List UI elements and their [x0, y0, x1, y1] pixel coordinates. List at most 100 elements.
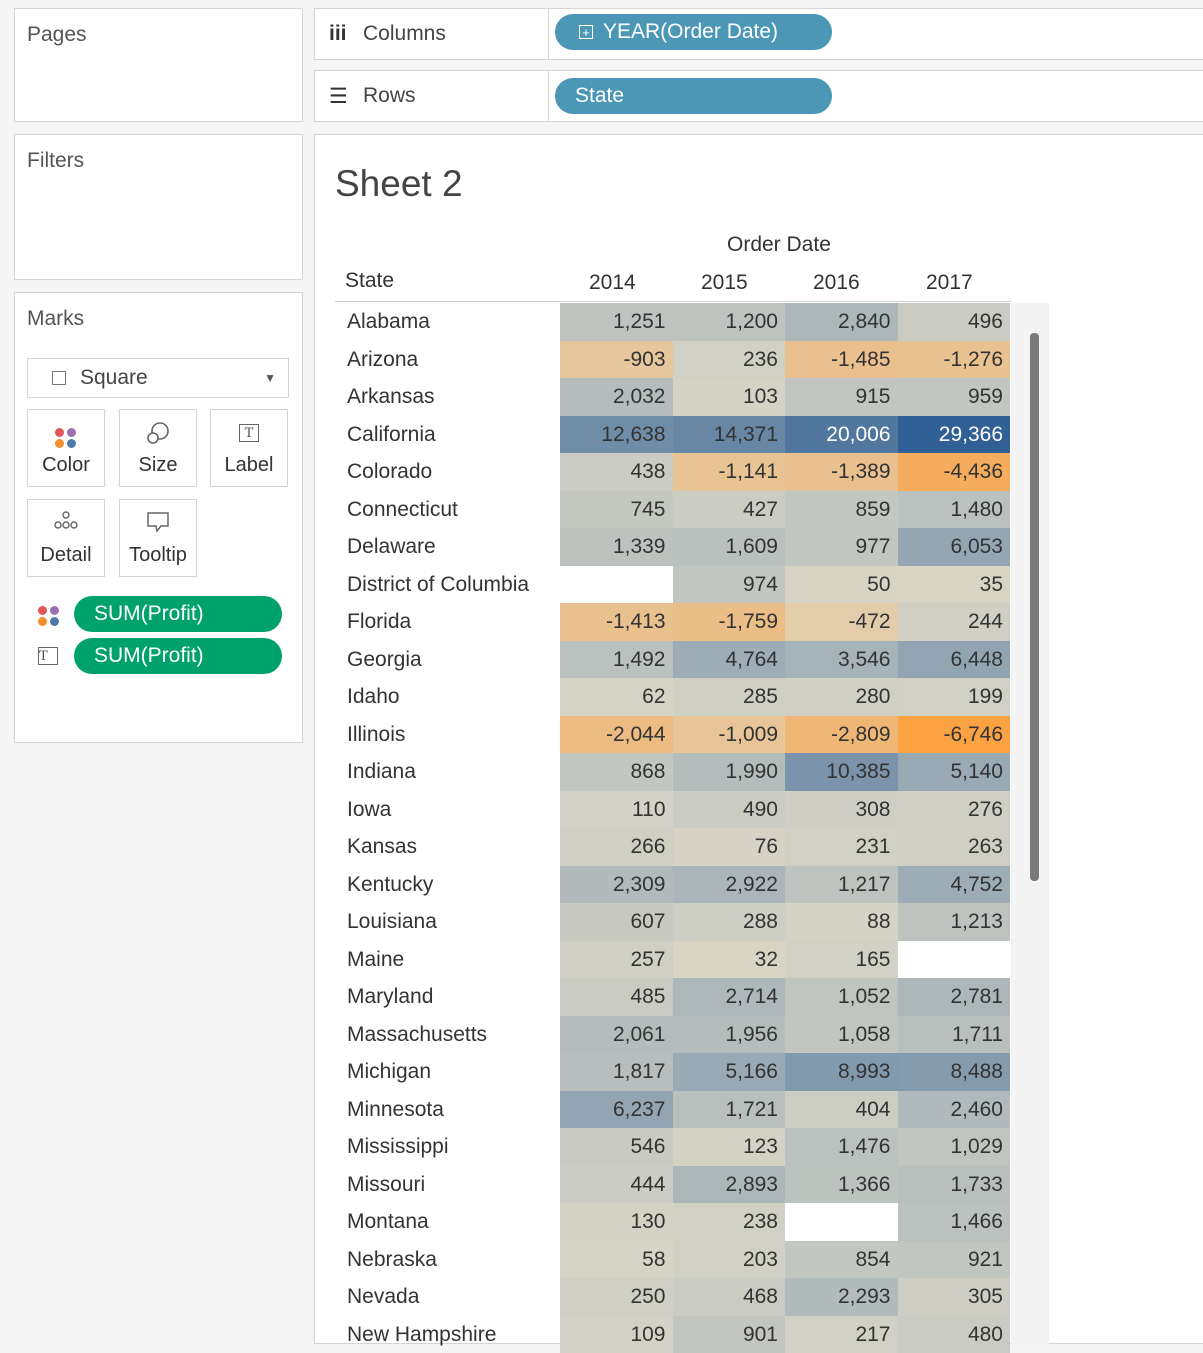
profit-cell-2015[interactable]: 123: [673, 1128, 786, 1166]
profit-cell-2014[interactable]: 12,638: [560, 416, 673, 454]
state-label[interactable]: Maryland: [347, 978, 433, 1016]
table-row[interactable]: District of Columbia9745035: [335, 566, 1011, 604]
profit-cell-2015[interactable]: 288: [673, 903, 786, 941]
table-row[interactable]: Missouri4442,8931,3661,733: [335, 1166, 1011, 1204]
profit-cell-2014[interactable]: 2,061: [560, 1016, 673, 1054]
table-row[interactable]: Florida-1,413-1,759-472244: [335, 603, 1011, 641]
profit-cell-2014[interactable]: 1,817: [560, 1053, 673, 1091]
state-label[interactable]: Montana: [347, 1203, 429, 1241]
profit-cell-2016[interactable]: 1,366: [785, 1166, 898, 1204]
profit-cell-2016[interactable]: 3,546: [785, 641, 898, 679]
profit-cell-2014[interactable]: 1,339: [560, 528, 673, 566]
color-field-pill[interactable]: SUM(Profit): [74, 596, 282, 632]
profit-cell-2016[interactable]: 50: [785, 566, 898, 604]
table-row[interactable]: New Hampshire109901217480: [335, 1316, 1011, 1353]
table-row[interactable]: Kentucky2,3092,9221,2174,752: [335, 866, 1011, 904]
table-row[interactable]: Colorado438-1,141-1,389-4,436: [335, 453, 1011, 491]
size-button[interactable]: Size: [119, 409, 197, 487]
state-label[interactable]: Alabama: [347, 303, 430, 341]
profit-cell-2015[interactable]: 32: [673, 941, 786, 979]
profit-cell-2015[interactable]: 427: [673, 491, 786, 529]
profit-cell-2014[interactable]: 438: [560, 453, 673, 491]
profit-cell-2017[interactable]: 1,733: [898, 1166, 1011, 1204]
label-button[interactable]: T Label: [210, 409, 288, 487]
table-row[interactable]: Nebraska58203854921: [335, 1241, 1011, 1279]
profit-cell-2015[interactable]: 901: [673, 1316, 786, 1353]
profit-cell-2016[interactable]: 1,058: [785, 1016, 898, 1054]
state-label[interactable]: Kentucky: [347, 866, 433, 904]
label-field-pill[interactable]: SUM(Profit): [74, 638, 282, 674]
profit-cell-2017[interactable]: 1,480: [898, 491, 1011, 529]
profit-cell-2015[interactable]: 14,371: [673, 416, 786, 454]
profit-cell-2015[interactable]: 2,893: [673, 1166, 786, 1204]
table-row[interactable]: Connecticut7454278591,480: [335, 491, 1011, 529]
filters-card[interactable]: Filters: [14, 134, 303, 280]
state-label[interactable]: Idaho: [347, 678, 400, 716]
state-label[interactable]: New Hampshire: [347, 1316, 496, 1353]
profit-cell-2014[interactable]: 130: [560, 1203, 673, 1241]
state-label[interactable]: Illinois: [347, 716, 405, 754]
state-label[interactable]: Maine: [347, 941, 404, 979]
table-row[interactable]: Arkansas2,032103915959: [335, 378, 1011, 416]
profit-cell-2016[interactable]: 10,385: [785, 753, 898, 791]
profit-cell-2015[interactable]: 285: [673, 678, 786, 716]
year-header-2017[interactable]: 2017: [926, 271, 973, 295]
profit-cell-2014[interactable]: 745: [560, 491, 673, 529]
profit-cell-2016[interactable]: 2,840: [785, 303, 898, 341]
profit-cell-2014[interactable]: 868: [560, 753, 673, 791]
state-label[interactable]: Colorado: [347, 453, 432, 491]
profit-cell-2017[interactable]: 8,488: [898, 1053, 1011, 1091]
rows-pill[interactable]: State: [555, 78, 832, 114]
profit-cell-2016[interactable]: 88: [785, 903, 898, 941]
table-row[interactable]: California12,63814,37120,00629,366: [335, 416, 1011, 454]
profit-cell-2017[interactable]: 1,029: [898, 1128, 1011, 1166]
state-label[interactable]: Minnesota: [347, 1091, 444, 1129]
profit-cell-2016[interactable]: 1,217: [785, 866, 898, 904]
profit-cell-2016[interactable]: 859: [785, 491, 898, 529]
profit-cell-2017[interactable]: 6,053: [898, 528, 1011, 566]
state-label[interactable]: Georgia: [347, 641, 422, 679]
profit-cell-2017[interactable]: 276: [898, 791, 1011, 829]
column-group-header[interactable]: Order Date: [727, 233, 831, 257]
profit-cell-2014[interactable]: 1,492: [560, 641, 673, 679]
table-row[interactable]: Georgia1,4924,7643,5466,448: [335, 641, 1011, 679]
pages-card[interactable]: Pages: [14, 8, 303, 122]
state-label[interactable]: Kansas: [347, 828, 417, 866]
table-row[interactable]: Maine25732165: [335, 941, 1011, 979]
state-label[interactable]: Mississippi: [347, 1128, 449, 1166]
profit-cell-2017[interactable]: 1,213: [898, 903, 1011, 941]
color-button[interactable]: Color: [27, 409, 105, 487]
profit-cell-2014[interactable]: 2,032: [560, 378, 673, 416]
profit-cell-2014[interactable]: 1,251: [560, 303, 673, 341]
profit-cell-2017[interactable]: 2,781: [898, 978, 1011, 1016]
profit-cell-2015[interactable]: 1,990: [673, 753, 786, 791]
profit-cell-2016[interactable]: 2,293: [785, 1278, 898, 1316]
profit-cell-2015[interactable]: 5,166: [673, 1053, 786, 1091]
state-label[interactable]: Arkansas: [347, 378, 435, 416]
profit-cell-2016[interactable]: 217: [785, 1316, 898, 1353]
state-label[interactable]: Michigan: [347, 1053, 431, 1091]
profit-cell-2017[interactable]: 6,448: [898, 641, 1011, 679]
table-row[interactable]: Montana1302381,466: [335, 1203, 1011, 1241]
state-label[interactable]: Nevada: [347, 1278, 419, 1316]
profit-cell-2017[interactable]: 35: [898, 566, 1011, 604]
profit-cell-2017[interactable]: 244: [898, 603, 1011, 641]
scrollbar-thumb[interactable]: [1030, 333, 1039, 881]
profit-cell-2016[interactable]: 8,993: [785, 1053, 898, 1091]
profit-cell-2015[interactable]: 1,956: [673, 1016, 786, 1054]
profit-cell-2014[interactable]: 2,309: [560, 866, 673, 904]
profit-cell-2017[interactable]: -1,276: [898, 341, 1011, 379]
profit-cell-2014[interactable]: 266: [560, 828, 673, 866]
profit-cell-2017[interactable]: [898, 941, 1011, 979]
profit-cell-2015[interactable]: 1,609: [673, 528, 786, 566]
table-row[interactable]: Minnesota6,2371,7214042,460: [335, 1091, 1011, 1129]
profit-cell-2014[interactable]: -2,044: [560, 716, 673, 754]
state-label[interactable]: Iowa: [347, 791, 391, 829]
profit-cell-2016[interactable]: 1,052: [785, 978, 898, 1016]
profit-cell-2015[interactable]: 2,922: [673, 866, 786, 904]
table-row[interactable]: Indiana8681,99010,3855,140: [335, 753, 1011, 791]
profit-cell-2014[interactable]: -1,413: [560, 603, 673, 641]
state-label[interactable]: District of Columbia: [347, 566, 529, 604]
profit-cell-2014[interactable]: 444: [560, 1166, 673, 1204]
year-header-2016[interactable]: 2016: [813, 271, 860, 295]
